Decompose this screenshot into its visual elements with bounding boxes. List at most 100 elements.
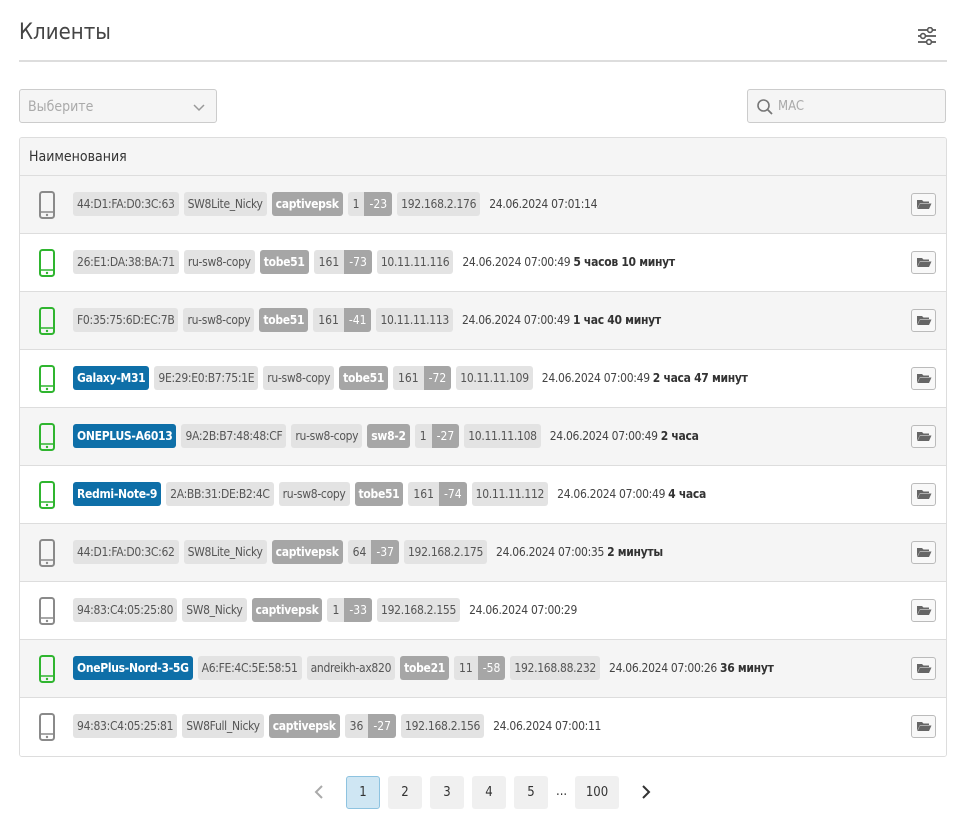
- folder-open-icon: [916, 311, 932, 330]
- rssi: -73: [344, 250, 372, 274]
- open-folder-button[interactable]: [911, 367, 936, 390]
- page-button-1[interactable]: 1: [346, 776, 380, 809]
- rssi: -27: [368, 714, 397, 738]
- phone-online-icon: [38, 249, 56, 277]
- timestamp: 24.06.2024 07:00:49: [461, 313, 570, 327]
- mac-address: 26:E1:DA:38:BA:71: [73, 250, 179, 274]
- open-folder-button[interactable]: [911, 541, 936, 564]
- row-cells: 94:83:C4:05:25:80 SW8_Nicky captivepsk 1 -33…: [73, 598, 577, 622]
- channel-rssi: 161 -72: [393, 366, 452, 390]
- page-button-last[interactable]: 100: [575, 776, 619, 809]
- open-folder-button[interactable]: [911, 715, 936, 738]
- folder-open-icon: [916, 601, 932, 620]
- open-folder-button[interactable]: [911, 599, 936, 622]
- phone-offline-icon: [38, 713, 56, 741]
- folder-open-icon: [916, 717, 932, 736]
- timestamp: 24.06.2024 07:00:29: [469, 603, 578, 617]
- rssi: -33: [344, 598, 372, 622]
- folder-open-icon: [916, 427, 932, 446]
- access-point: ru-sw8-copy: [278, 482, 350, 506]
- folder-open-icon: [916, 543, 932, 562]
- table-row: Galaxy-M31 9E:29:E0:B7:75:1E ru-sw8-copy to…: [20, 350, 946, 408]
- channel-rssi: 1 -27: [414, 424, 460, 448]
- open-folder-button[interactable]: [911, 425, 936, 448]
- mac-search-input[interactable]: [778, 96, 938, 116]
- access-point: ru-sw8-copy: [263, 366, 335, 390]
- open-folder-button[interactable]: [911, 483, 936, 506]
- phone-online-icon: [38, 655, 56, 683]
- ssid-badge: tobe51: [339, 366, 389, 390]
- timestamp: 24.06.2024 07:00:11: [493, 719, 602, 733]
- filter-select[interactable]: Выберите: [19, 89, 217, 123]
- next-page-icon[interactable]: [640, 784, 652, 804]
- access-point: ru-sw8-copy: [183, 250, 255, 274]
- session-duration: 5 часов 10 минут: [573, 255, 675, 269]
- page-button-5[interactable]: 5: [514, 776, 548, 809]
- ssid-badge: tobe51: [354, 482, 404, 506]
- session-duration: 1 час 40 минут: [572, 313, 661, 327]
- rssi: -72: [423, 366, 452, 390]
- page-button-3[interactable]: 3: [430, 776, 464, 809]
- pagination-ellipsis: ...: [556, 784, 568, 799]
- device-name-badge: OnePlus-Nord-3-5G: [73, 656, 193, 680]
- phone-offline-icon: [38, 597, 56, 625]
- mac-address: 9A:2B:B7:48:48:CF: [181, 424, 287, 448]
- prev-page-icon[interactable]: [313, 784, 325, 804]
- channel: 1: [347, 192, 365, 216]
- channel: 161: [313, 250, 345, 274]
- timestamp: 24.06.2024 07:00:49: [549, 429, 658, 443]
- channel-rssi: 161 -73: [313, 250, 372, 274]
- access-point: SW8_Nicky: [182, 598, 247, 622]
- channel-rssi: 1 -33: [327, 598, 372, 622]
- table-row: 44:D1:FA:D0:3C:62 SW8Lite_Nicky captivepsk…: [20, 524, 946, 582]
- mac-address: 44:D1:FA:D0:3C:63: [73, 192, 179, 216]
- session-duration: 2 часа: [660, 429, 699, 443]
- row-cells: F0:35:75:6D:EC:7B ru-sw8-copy tobe51 161 -41…: [73, 308, 661, 332]
- channel: 36: [344, 714, 369, 738]
- ip-address: 192.168.2.155: [377, 598, 461, 622]
- open-folder-button[interactable]: [911, 193, 936, 216]
- open-folder-button[interactable]: [911, 657, 936, 680]
- table-body: 44:D1:FA:D0:3C:63 SW8Lite_Nicky captivepsk…: [20, 176, 946, 756]
- rssi: -23: [364, 192, 393, 216]
- device-name-badge: ONEPLUS-A6013: [73, 424, 177, 448]
- open-folder-button[interactable]: [911, 251, 936, 274]
- access-point: ru-sw8-copy: [291, 424, 363, 448]
- filter-settings-icon[interactable]: [917, 26, 937, 46]
- rssi: -41: [343, 308, 372, 332]
- rssi: -74: [439, 482, 467, 506]
- page-button-4[interactable]: 4: [472, 776, 506, 809]
- mac-search: [747, 89, 946, 123]
- phone-offline-icon: [38, 539, 56, 567]
- row-cells: Galaxy-M31 9E:29:E0:B7:75:1E ru-sw8-copy to…: [73, 366, 748, 390]
- page-button-2[interactable]: 2: [388, 776, 422, 809]
- session-duration: 4 часа: [668, 487, 707, 501]
- ip-address: 10.11.11.108: [464, 424, 541, 448]
- access-point: SW8Lite_Nicky: [183, 540, 267, 564]
- channel: 161: [393, 366, 424, 390]
- channel-rssi: 161 -41: [313, 308, 372, 332]
- access-point: SW8Full_Nicky: [182, 714, 264, 738]
- timestamp: 24.06.2024 07:01:14: [489, 197, 598, 211]
- ip-address: 192.168.2.176: [397, 192, 481, 216]
- open-folder-button[interactable]: [911, 309, 936, 332]
- mac-address: 9E:29:E0:B7:75:1E: [154, 366, 259, 390]
- channel: 11: [454, 656, 478, 680]
- channel: 161: [408, 482, 439, 506]
- ssid-badge: tobe51: [259, 308, 309, 332]
- device-name-badge: Galaxy-M31: [73, 366, 150, 390]
- row-cells: 26:E1:DA:38:BA:71 ru-sw8-copy tobe51 161 -73…: [73, 250, 675, 274]
- access-point: SW8Lite_Nicky: [183, 192, 267, 216]
- row-cells: ONEPLUS-A6013 9A:2B:B7:48:48:CF ru-sw8-cop…: [73, 424, 699, 448]
- row-cells: Redmi-Note-9 2A:BB:31:DE:B2:4C ru-sw8-copy…: [73, 482, 706, 506]
- rssi: -58: [477, 656, 506, 680]
- session-duration: 36 минут: [720, 661, 774, 675]
- row-cells: 44:D1:FA:D0:3C:62 SW8Lite_Nicky captivepsk…: [73, 540, 663, 564]
- table-row: 26:E1:DA:38:BA:71 ru-sw8-copy tobe51 161 -73…: [20, 234, 946, 292]
- table-row: ONEPLUS-A6013 9A:2B:B7:48:48:CF ru-sw8-cop…: [20, 408, 946, 466]
- ssid-badge: captivepsk: [251, 598, 323, 622]
- table-row: 44:D1:FA:D0:3C:63 SW8Lite_Nicky captivepsk…: [20, 176, 946, 234]
- session-duration: 2 часа 47 минут: [652, 371, 748, 385]
- timestamp: 24.06.2024 07:00:35: [496, 545, 605, 559]
- table-header: Наименования: [20, 138, 946, 176]
